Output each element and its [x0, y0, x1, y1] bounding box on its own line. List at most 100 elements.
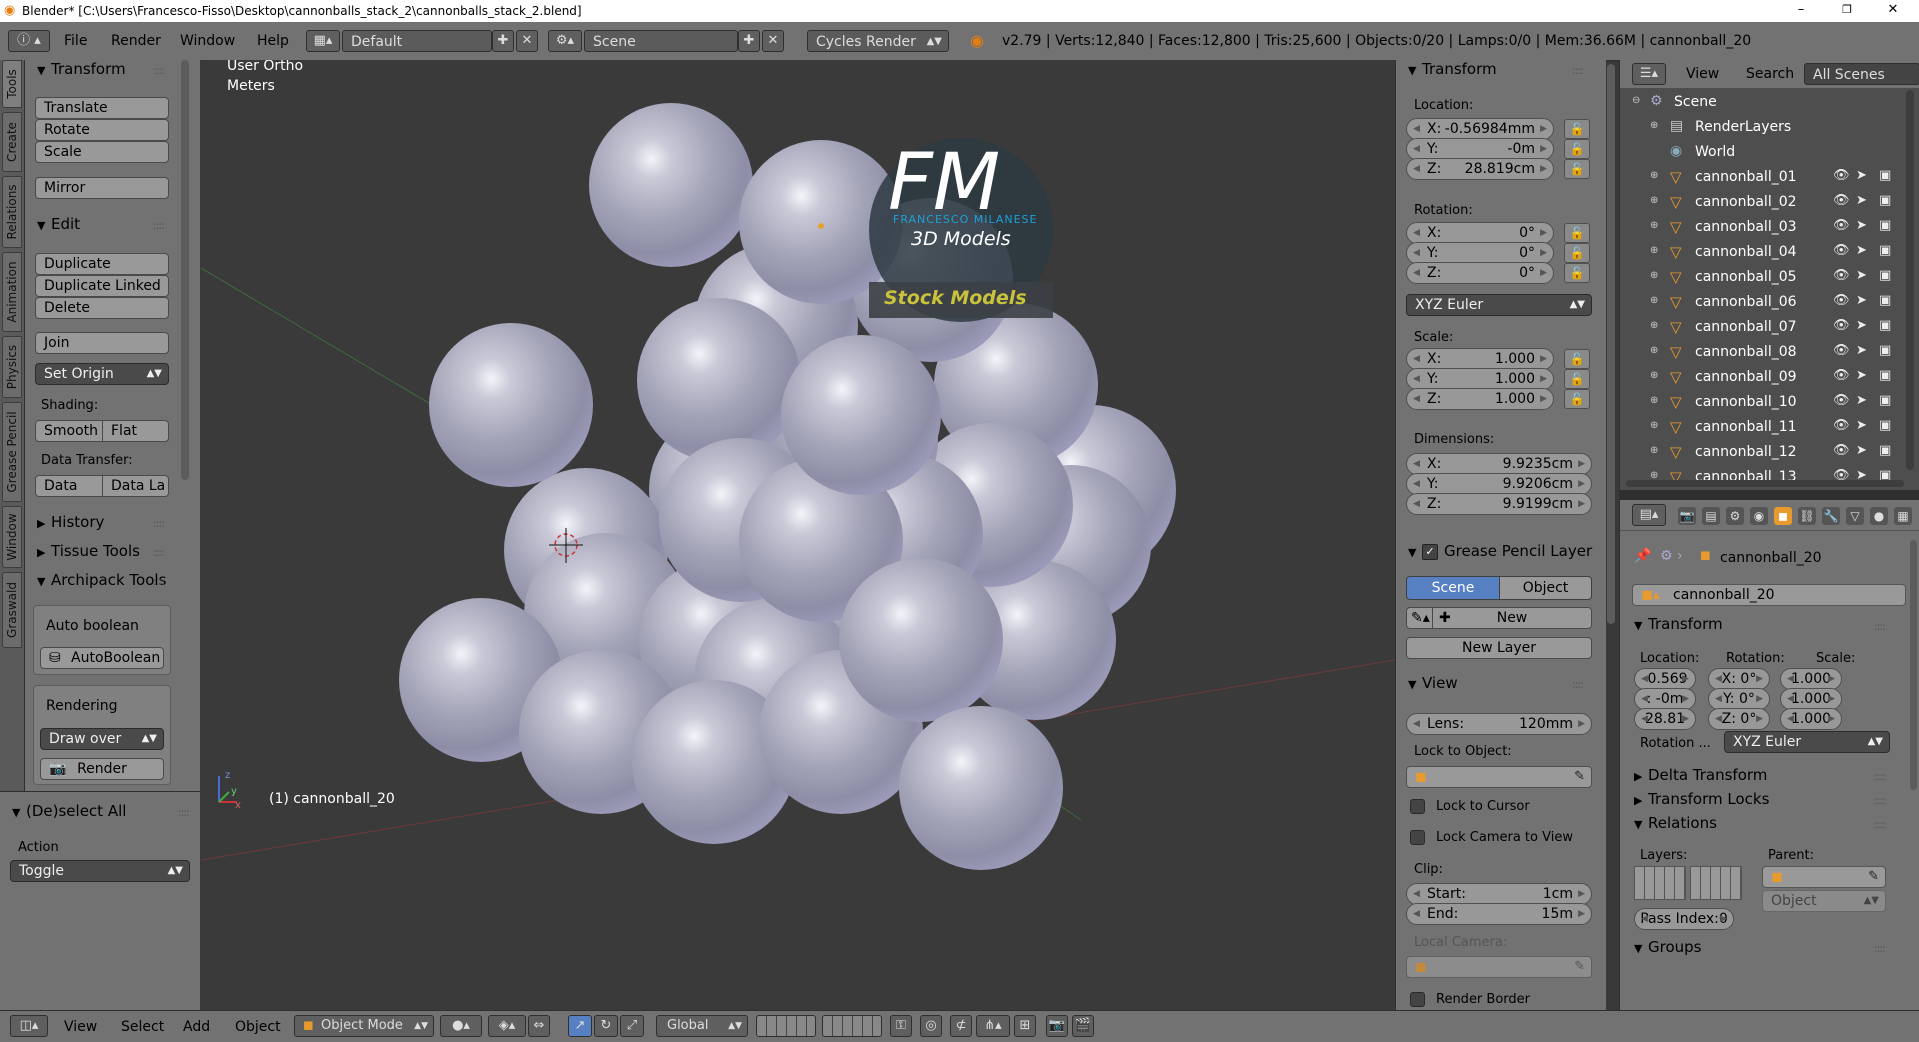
lock-camera-checkbox[interactable]: [1410, 830, 1425, 845]
expand-icon[interactable]: ⊕: [1650, 270, 1658, 281]
mode-dropdown[interactable]: ◼ Object Mode ▲▼: [294, 1015, 434, 1037]
render-toggle-icon[interactable]: ▣: [1879, 243, 1891, 258]
eye-icon[interactable]: 👁: [1833, 318, 1850, 333]
outliner-item-object[interactable]: ⊕ ▽ cannonball_07 👁 ➤ ▣: [1620, 315, 1900, 340]
render-toggle-icon[interactable]: ▣: [1879, 418, 1891, 433]
drag-grip-icon[interactable]: ::::: [153, 64, 165, 77]
grease-pencil-layer-header[interactable]: ▼ ✓ Grease Pencil Layer: [1408, 542, 1592, 560]
drag-grip-icon[interactable]: ::::: [153, 517, 165, 530]
render-toggle-icon[interactable]: ▣: [1879, 268, 1891, 283]
area-divider[interactable]: [1619, 490, 1919, 500]
layer-buttons-2[interactable]: [822, 1015, 882, 1037]
pin-icon[interactable]: 📌: [1634, 548, 1651, 564]
data-layout-button[interactable]: Data La: [102, 475, 169, 497]
cursor-select-icon[interactable]: ➤: [1856, 293, 1867, 308]
expand-icon[interactable]: ⊕: [1650, 445, 1658, 456]
menu-object[interactable]: Object: [235, 1019, 281, 1035]
scale-y-field[interactable]: ◀ Y: 1.000 ▶: [1406, 368, 1554, 390]
properties-scrollbar[interactable]: [1910, 540, 1917, 790]
props-scale-field[interactable]: ◀ 1.000 ▶: [1780, 668, 1842, 690]
gp-object-toggle[interactable]: Object: [1499, 576, 1592, 600]
eye-icon[interactable]: 👁: [1833, 393, 1850, 408]
viewport-shading-icon[interactable]: ●▴: [440, 1015, 482, 1037]
render-toggle-icon[interactable]: ▣: [1879, 293, 1891, 308]
cannonball[interactable]: [637, 298, 801, 462]
cursor-select-icon[interactable]: ➤: [1856, 268, 1867, 283]
drag-grip-icon[interactable]: ::::: [178, 806, 190, 819]
delta-transform-header[interactable]: ▶ Delta Transform: [1634, 766, 1767, 784]
expand-icon[interactable]: ⊕: [1650, 420, 1658, 431]
render-toggle-icon[interactable]: ▣: [1879, 443, 1891, 458]
expand-icon[interactable]: ⊕: [1650, 395, 1658, 406]
delete-button[interactable]: Delete: [35, 297, 169, 319]
menu-window[interactable]: Window: [180, 33, 235, 49]
render-border-checkbox[interactable]: [1410, 992, 1425, 1007]
props-rotation-field[interactable]: ◀ X: 0° ▶: [1708, 668, 1770, 690]
drag-grip-icon[interactable]: ::::: [1874, 818, 1886, 831]
menu-add[interactable]: Add: [183, 1019, 210, 1035]
duplicate-button[interactable]: Duplicate: [35, 253, 169, 275]
3d-viewport[interactable]: User Ortho Meters FM FRANCESCO MILANESE …: [201, 60, 1395, 1010]
npanel-scrollbar[interactable]: [1607, 64, 1615, 624]
drag-grip-icon[interactable]: ::::: [1874, 770, 1886, 783]
lock-layers-icon[interactable]: ⚿: [890, 1015, 912, 1037]
render-toggle-icon[interactable]: ▣: [1879, 393, 1891, 408]
translate-manipulator-icon[interactable]: ↗: [568, 1015, 592, 1037]
expand-icon[interactable]: ⊕: [1650, 220, 1658, 231]
lock-icon[interactable]: 🔓: [1564, 159, 1590, 179]
lock-icon[interactable]: 🔓: [1564, 119, 1590, 139]
rotation-mode-dropdown[interactable]: XYZ Euler ▲▼: [1406, 294, 1592, 316]
outliner-item-object[interactable]: ⊕ ▽ cannonball_08 👁 ➤ ▣: [1620, 340, 1900, 365]
clip-end-field[interactable]: ◀ End: 15m ▶: [1406, 903, 1592, 925]
props-rotation-field[interactable]: ◀ Y: 0° ▶: [1708, 688, 1770, 710]
panel-edit-header[interactable]: ▼ Edit: [37, 215, 80, 233]
lock-icon[interactable]: 🔓: [1564, 369, 1590, 389]
dimensions-z-field[interactable]: ◀ Z: 9.9199cm ▶: [1406, 493, 1592, 515]
cursor-select-icon[interactable]: ➤: [1856, 393, 1867, 408]
snap-element-icon[interactable]: ⋔▴: [976, 1015, 1010, 1037]
set-origin-dropdown[interactable]: Set Origin ▲▼: [35, 363, 169, 385]
cursor-select-icon[interactable]: ➤: [1856, 243, 1867, 258]
opengl-render-icon[interactable]: 📷: [1046, 1015, 1068, 1037]
eyedropper-icon[interactable]: ✎: [1868, 867, 1879, 887]
orientation-dropdown[interactable]: Global ▲▼: [656, 1015, 748, 1037]
flat-button[interactable]: Flat: [102, 420, 169, 442]
rotation-x-field[interactable]: ◀ X: 0° ▶: [1406, 222, 1554, 244]
scene-selector-icon[interactable]: ⚙▴: [548, 30, 582, 52]
eye-icon[interactable]: 👁: [1833, 418, 1850, 433]
expand-icon[interactable]: ⊕: [1650, 295, 1658, 306]
drag-grip-icon[interactable]: ::::: [1874, 942, 1886, 955]
minimize-button[interactable]: –: [1778, 0, 1824, 22]
smooth-button[interactable]: Smooth: [35, 420, 103, 442]
cursor-select-icon[interactable]: ➤: [1856, 318, 1867, 333]
cursor-select-icon[interactable]: ➤: [1856, 343, 1867, 358]
layout-name-field[interactable]: Default: [342, 30, 492, 52]
remove-scene-icon[interactable]: ✕: [762, 30, 784, 52]
outliner-item-renderlayers[interactable]: ⊕ ▤ RenderLayers: [1620, 115, 1900, 140]
outliner-item-object[interactable]: ⊕ ▽ cannonball_06 👁 ➤ ▣: [1620, 290, 1900, 315]
manipulator-toggle-icon[interactable]: ⇔: [528, 1015, 550, 1037]
cannonball[interactable]: [429, 323, 593, 487]
modifiers-tab-icon[interactable]: 🔧: [1822, 507, 1840, 525]
maximize-button[interactable]: ❐: [1824, 0, 1870, 22]
props-rotation-field[interactable]: ◀ Z: 0° ▶: [1708, 708, 1770, 730]
opengl-animation-icon[interactable]: 🎬: [1072, 1015, 1094, 1037]
close-window-button[interactable]: ✕: [1870, 0, 1916, 22]
parent-field[interactable]: ◼ ✎: [1762, 866, 1886, 888]
eye-icon[interactable]: 👁: [1833, 443, 1850, 458]
menu-select[interactable]: Select: [121, 1019, 164, 1035]
tab-create[interactable]: Create: [2, 112, 22, 172]
lock-object-field[interactable]: ◼ ✎: [1406, 766, 1592, 788]
render-layers-tab-icon[interactable]: ▤: [1702, 507, 1720, 525]
props-transform-header[interactable]: ▼ Transform: [1634, 615, 1723, 633]
drag-grip-icon[interactable]: ::::: [153, 219, 165, 232]
render-engine-dropdown[interactable]: Cycles Render ▲▼: [807, 30, 949, 52]
render-button[interactable]: 📷 Render: [40, 758, 164, 780]
scene-name-field[interactable]: Scene: [584, 30, 738, 52]
props-location-field[interactable]: ◀: -0m ▶: [1634, 688, 1696, 710]
tab-animation[interactable]: Animation: [2, 252, 22, 332]
location-z-field[interactable]: ◀ Z: 28.819cm ▶: [1406, 158, 1554, 180]
panel-history-header[interactable]: ▶ History: [37, 513, 104, 531]
cursor-select-icon[interactable]: ➤: [1856, 368, 1867, 383]
props-location-field[interactable]: ◀ 28.81 ▶: [1634, 708, 1696, 730]
